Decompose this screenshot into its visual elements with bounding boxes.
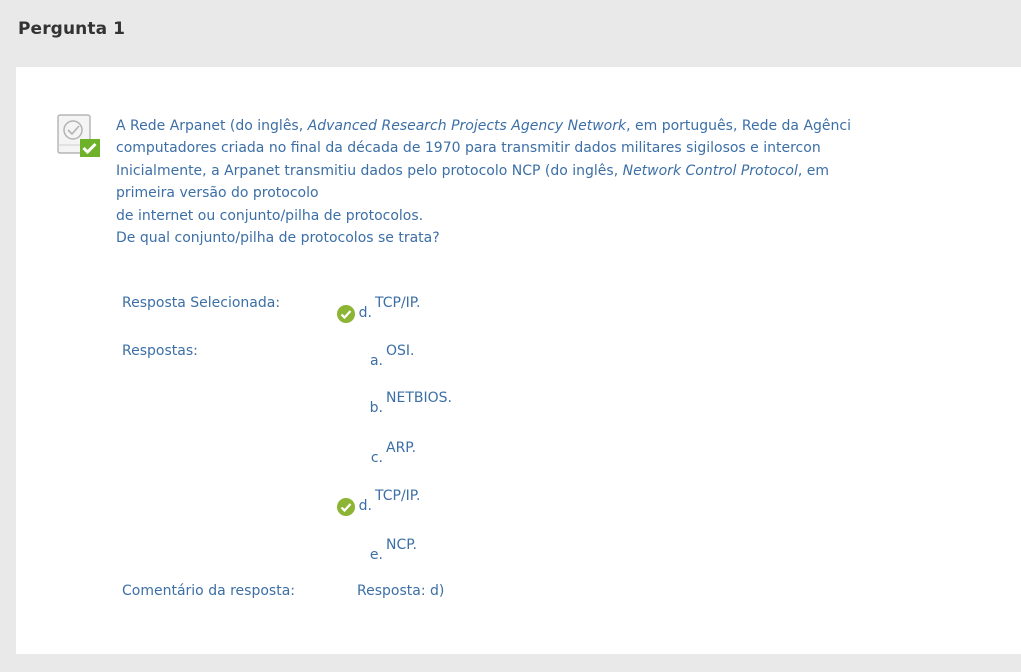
question-line-3: Inicialmente, a Arpanet transmitiu dados… — [116, 162, 829, 179]
answer-text: NETBIOS. — [386, 390, 452, 406]
answer-letter: c. — [370, 450, 383, 466]
answer-letter: a. — [369, 353, 383, 369]
selected-answer: d. TCP/IP. — [359, 295, 421, 321]
graded-question-icon — [57, 114, 100, 157]
answer-text: ARP. — [386, 440, 417, 456]
answer-option-d: d. TCP/IP. — [359, 488, 421, 514]
answer-option-b: b. NETBIOS. — [370, 390, 452, 416]
question-text: A Rede Arpanet (do inglês, Advanced Rese… — [116, 115, 1021, 249]
selected-answer-letter: d. — [358, 305, 372, 321]
question-line-4: primeira versão do protocolo — [116, 185, 319, 202]
comment-label: Comentário da resposta: — [122, 583, 295, 599]
question-title: Pergunta 1 — [18, 19, 126, 39]
question-line-1: A Rede Arpanet (do inglês, Advanced Rese… — [116, 118, 851, 134]
answer-letter: d. — [358, 498, 372, 514]
answer-letter: b. — [369, 400, 383, 416]
answer-option-a: a. OSI. — [370, 343, 415, 369]
answer-text: OSI. — [386, 343, 415, 359]
answer-option-e: e. NCP. — [370, 537, 417, 563]
answer-text: NCP. — [386, 537, 417, 553]
answers-label: Respostas: — [122, 343, 198, 359]
question-line-6: De qual conjunto/pilha de protocolos se … — [116, 230, 440, 247]
question-panel: A Rede Arpanet (do inglês, Advanced Rese… — [16, 67, 1021, 654]
question-line-5: de internet ou conjunto/pilha de protoco… — [116, 207, 424, 224]
answer-text: TCP/IP. — [375, 488, 421, 504]
correct-check-icon — [337, 305, 355, 323]
selected-answer-label: Resposta Selecionada: — [122, 295, 281, 311]
correct-check-icon — [337, 498, 355, 516]
question-line-2: computadores criada no final da década d… — [116, 140, 821, 157]
answer-letter: e. — [369, 547, 383, 563]
answer-option-c: c. ARP. — [371, 440, 417, 466]
selected-answer-text: TCP/IP. — [375, 295, 421, 311]
comment-text: Resposta: d) — [357, 583, 445, 599]
